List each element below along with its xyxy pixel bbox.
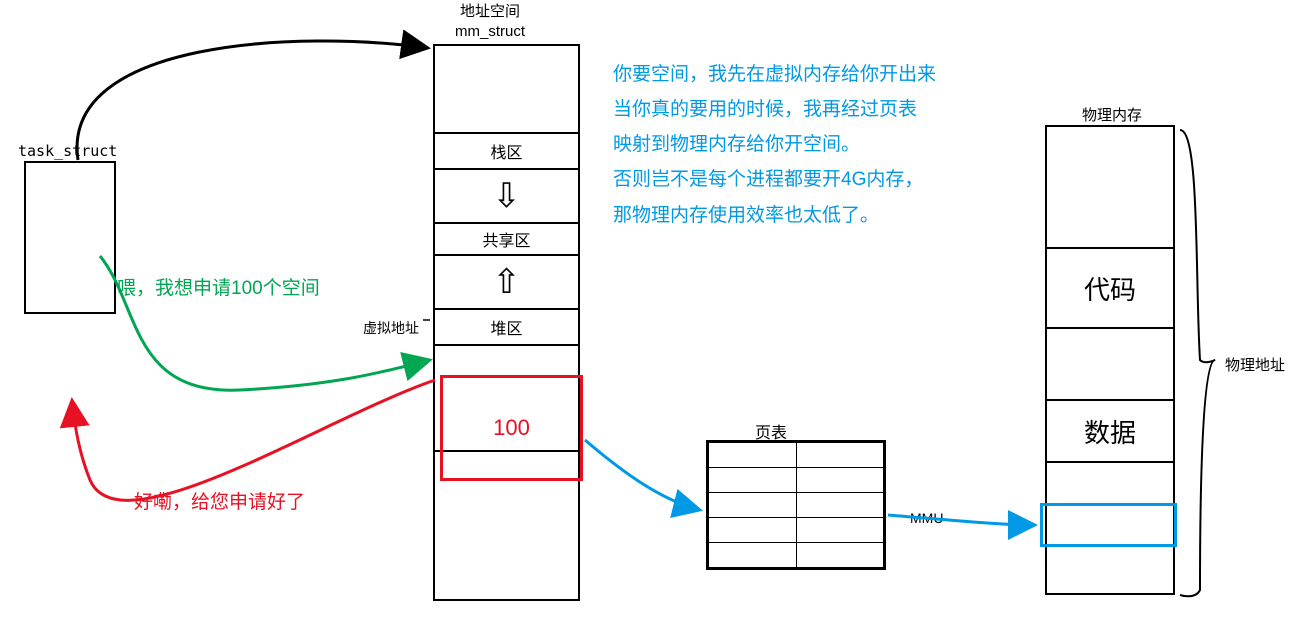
page-table-cell xyxy=(796,443,884,468)
arrow-red-response xyxy=(72,380,435,500)
task-struct-box xyxy=(24,161,116,314)
task-struct-label: task_struct xyxy=(18,142,117,160)
page-table-cell xyxy=(709,543,797,568)
mm-struct-box: 栈区 ⇩ 共享区 ⇧ 堆区 xyxy=(433,44,580,601)
phys-region-code: 代码 xyxy=(1047,247,1173,327)
blue-line-4: 否则岂不是每个进程都要开4G内存， xyxy=(613,162,936,197)
mm-title-line2: mm_struct xyxy=(455,23,525,40)
page-table-cell xyxy=(796,493,884,518)
blue-line-2: 当你真的要用的时候，我再经过页表 xyxy=(613,92,936,127)
phys-region-empty-top xyxy=(1047,127,1173,247)
page-table-cell xyxy=(796,543,884,568)
page-table-cell xyxy=(709,518,797,543)
physical-address-label: 物理地址 xyxy=(1225,354,1285,375)
mm-region-empty-top xyxy=(435,46,578,132)
blue-line-3: 映射到物理内存给你开空间。 xyxy=(613,127,936,162)
page-table-cell xyxy=(709,493,797,518)
phys-region-gap xyxy=(1047,327,1173,399)
blue-line-5: 那物理内存使用效率也太低了。 xyxy=(613,198,936,233)
blue-annotation: 你要空间，我先在虚拟内存给你开出来 当你真的要用的时候，我再经过页表 映射到物理… xyxy=(613,57,936,233)
phys-region-data: 数据 xyxy=(1047,399,1173,461)
red-annotation: 好嘞，给您申请好了 xyxy=(134,487,305,514)
page-table-box xyxy=(706,440,886,570)
page-table-cell xyxy=(796,518,884,543)
physical-alloc-box xyxy=(1040,503,1177,547)
mm-struct-title: 地址空间 mm_struct xyxy=(455,2,525,41)
physical-memory-label: 物理内存 xyxy=(1082,104,1142,125)
page-table-cell xyxy=(709,468,797,493)
page-table-cell xyxy=(796,468,884,493)
mm-region-heap: 堆区 xyxy=(435,308,578,344)
arrow-cyan-to-pagetable xyxy=(585,440,700,510)
mm-title-line1: 地址空间 xyxy=(460,3,520,20)
up-arrow-icon: ⇧ xyxy=(435,254,578,308)
allocated-100-box: 100 xyxy=(440,375,583,481)
brace-phys-addr xyxy=(1180,130,1215,596)
page-table-cell xyxy=(709,443,797,468)
down-arrow-icon: ⇩ xyxy=(435,168,578,222)
mm-region-stack: 栈区 xyxy=(435,132,578,168)
mmu-label: MMU xyxy=(910,510,943,526)
green-annotation: 喂，我想申请100个空间 xyxy=(117,273,320,300)
arrow-black-task-to-mm xyxy=(77,41,428,160)
mm-region-shared: 共享区 xyxy=(435,222,578,254)
virtual-address-label: 虚拟地址 xyxy=(363,318,419,338)
blue-line-1: 你要空间，我先在虚拟内存给你开出来 xyxy=(613,57,936,92)
